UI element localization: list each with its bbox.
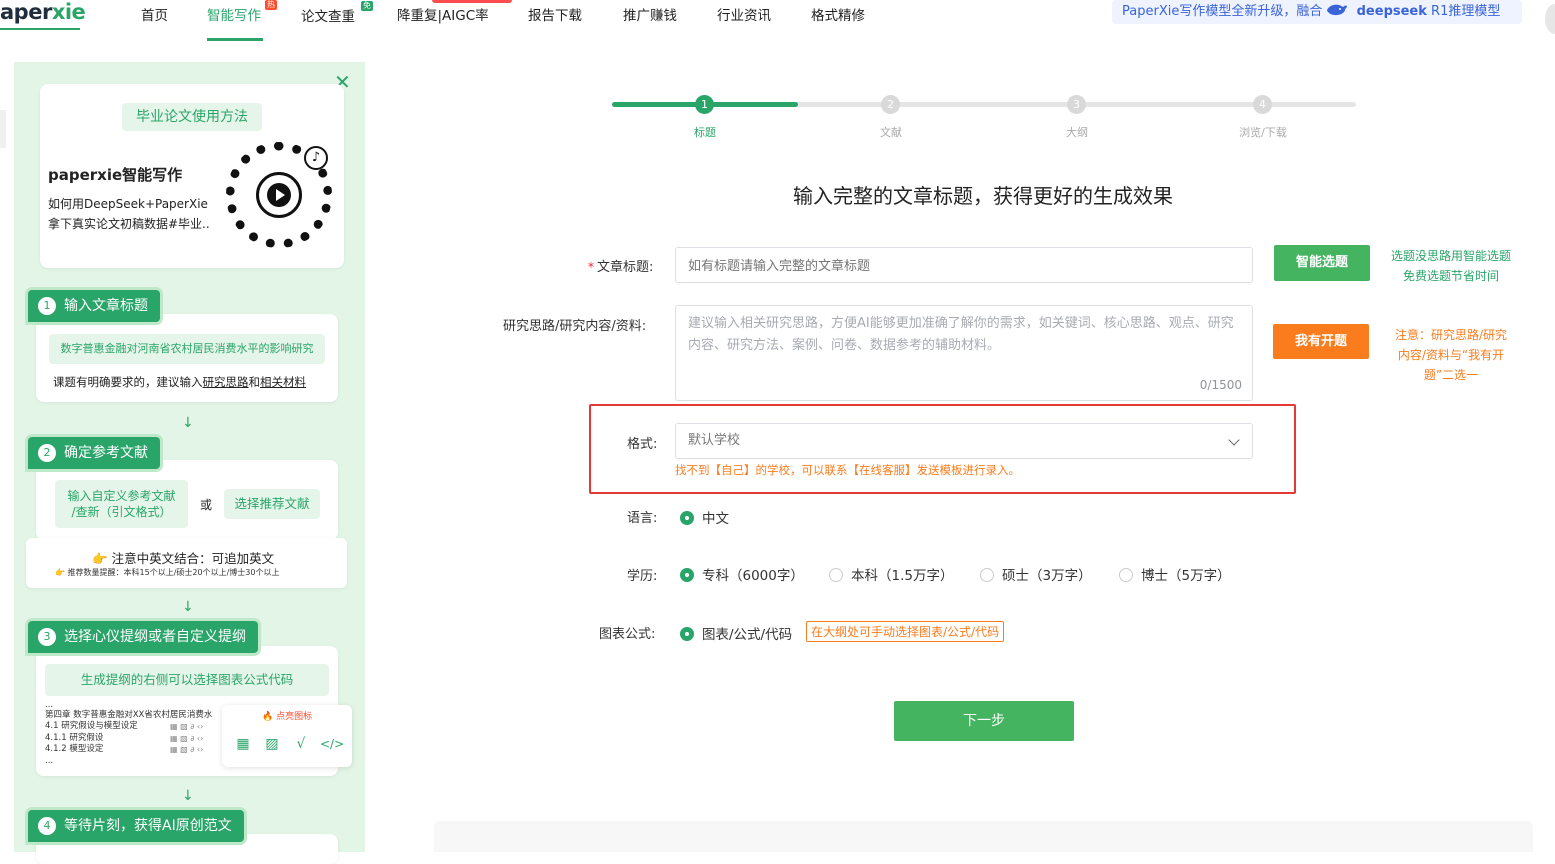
nav-rewrite-aigc[interactable]: 降重复|AIGC率 [397,4,489,24]
wizard-step-4[interactable]: 4 [1253,95,1272,114]
top-navbar: aperxie 首页 智能写作 热 论文查重 免 降重复|AIGC率 报告下载 … [0,0,1555,42]
deepseek-whale-icon [1327,4,1348,16]
step1-header: 1 输入文章标题 [28,290,160,322]
degree-radio-master[interactable]: 硕士（3万字） [980,564,1092,584]
fire-icon: 🔥 [262,712,274,722]
language-label: 语言: [627,511,658,526]
smart-topic-button[interactable]: 智能选题 [1274,245,1370,281]
left-edge-tab [0,110,6,148]
nav-active-indicator [207,38,263,41]
free-badge: 免 [361,1,373,11]
chart-formula-tag: 在大纲处可手动选择图表/公式/代码 [806,621,1005,642]
pointing-hand-icon: 👉 [92,551,108,566]
step1-tip: 课题有明确要求的，建议输入研究思路和相关材料 [53,375,306,389]
chevron-down-icon [1228,434,1240,446]
click-icons-label: 🔥 点亮图标 [262,712,313,722]
wizard-step-2[interactable]: 2 [881,95,900,114]
title-input[interactable] [675,247,1253,283]
code-icon: </> [320,737,345,751]
intro-line-2: 拿下真实论文初稿数据#毕业.. [48,217,210,231]
next-step-button[interactable]: 下一步 [894,701,1074,741]
wizard-step-3[interactable]: 3 [1067,95,1086,114]
have-proposal-button[interactable]: 我有开题 [1273,324,1369,359]
arrow-down-icon: ↓ [182,788,194,804]
wizard-progress-track [612,102,1356,107]
degree-label: 学历: [627,569,658,584]
nav-format-refine[interactable]: 格式精修 [811,4,865,24]
nav-referral[interactable]: 推广赚钱 [623,4,677,24]
proposal-tip: 注意：研究思路/研究 内容/资料与“我有开 题”二选一 [1394,328,1508,382]
bottom-panel [434,821,1533,852]
nav-news[interactable]: 行业资讯 [717,4,771,24]
outline-line: 第四章 数字普惠金融对XX省农村居民消费水 [45,710,213,720]
image-icon: ▨ [265,736,279,752]
wizard-step-1[interactable]: 1 [695,95,714,114]
chart-formula-label: 图表公式: [599,627,656,642]
recommend-reference-pill: 选择推荐文献 [224,489,320,519]
outline-line: 4.1.2 模型设定 [45,744,104,754]
format-label: 格式: [627,437,658,452]
hot-badge: 热 [265,0,277,10]
arrow-down-icon: ↓ [182,415,194,431]
nav-report-download[interactable]: 报告下载 [528,4,582,24]
step3-pill: 生成提纲的右侧可以选择图表公式代码 [45,664,329,696]
wizard-step-label: 标题 [694,126,716,139]
char-counter: 0/1500 [1199,378,1242,392]
language-radio-chinese[interactable]: 中文 [680,507,729,527]
step2-note-small: 👉 推荐数量提醒：本科15个以上/硕士20个以上/博士30个以上 [55,568,280,577]
title-label: * 文章标题: [588,260,654,275]
step2-header: 2 确定参考文献 [28,437,160,469]
format-select[interactable]: 默认学校 [675,423,1253,459]
wizard-step-label: 文献 [880,126,902,139]
formula-icon: √ [296,736,306,752]
custom-reference-pill: 输入自定义参考文献 /查新（引文格式） [55,480,188,528]
outline-line: ... [45,756,54,766]
usage-method-pill[interactable]: 毕业论文使用方法 [122,103,262,131]
table-icon: ▦ [236,736,250,752]
or-text: 或 [200,498,213,512]
nav-home[interactable]: 首页 [141,4,168,24]
outline-line: 4.1.1 研究假设 [45,733,104,743]
research-textarea[interactable]: 建议输入相关研究思路，方便AI能够更加准确了解你的需求，如关键词、核心思路、观点… [675,305,1253,401]
mini-icons-row: ▦ ▧ ∂ ‹› [170,734,204,743]
page-title: 输入完整的文章标题，获得更好的生成效果 [793,184,1173,208]
degree-radio-junior[interactable]: 专科（6000字） [680,564,804,584]
wizard-step-label: 浏览/下载 [1239,126,1287,139]
mini-icons-row: ▦ ▧ ∂ ‹› [170,745,204,754]
step3-header: 3 选择心仪提纲或者自定义提纲 [28,621,258,653]
outline-line: 4.1 研究假设与模型设定 [45,721,138,731]
degree-radio-doctor[interactable]: 博士（5万字） [1119,564,1231,584]
nav-plagiarism-check[interactable]: 论文查重 免 [301,1,373,25]
arrow-down-icon: ↓ [182,599,194,615]
promo-ribbon [432,0,512,3]
wizard-step-label: 大纲 [1066,126,1088,139]
research-label: 研究思路/研究内容/资料: [503,319,647,334]
pointing-hand-icon: 👉 [55,568,65,577]
step1-example-pill: 数字普惠金融对河南省农村居民消费水平的影响研究 [49,334,325,364]
user-avatar[interactable] [1545,4,1555,34]
nav-smart-writing[interactable]: 智能写作 热 [207,0,277,24]
degree-radio-bachelor[interactable]: 本科（1.5万字） [829,564,953,584]
tiktok-icon: ♪ [304,146,328,170]
logo-underline [0,26,80,30]
chart-formula-radio[interactable]: 图表/公式/代码 [680,623,792,643]
deepseek-promo-banner[interactable]: PaperXie写作模型全新升级，融合 deepseek R1推理模型 [1112,0,1522,24]
smart-topic-tip[interactable]: 选题没思路用智能选题 免费选题节省时间 [1386,246,1516,286]
step4-header: 4 等待片刻，获得AI原创范文 [28,810,244,842]
format-hint[interactable]: 找不到【自己】的学校，可以联系【在线客服】发送模板进行录入。 [675,462,1020,478]
mini-icons-row: ▦ ▧ ∂ ‹› [170,722,204,731]
step2-note: 👉 注意中英文结合：可追加英文 [92,551,275,566]
